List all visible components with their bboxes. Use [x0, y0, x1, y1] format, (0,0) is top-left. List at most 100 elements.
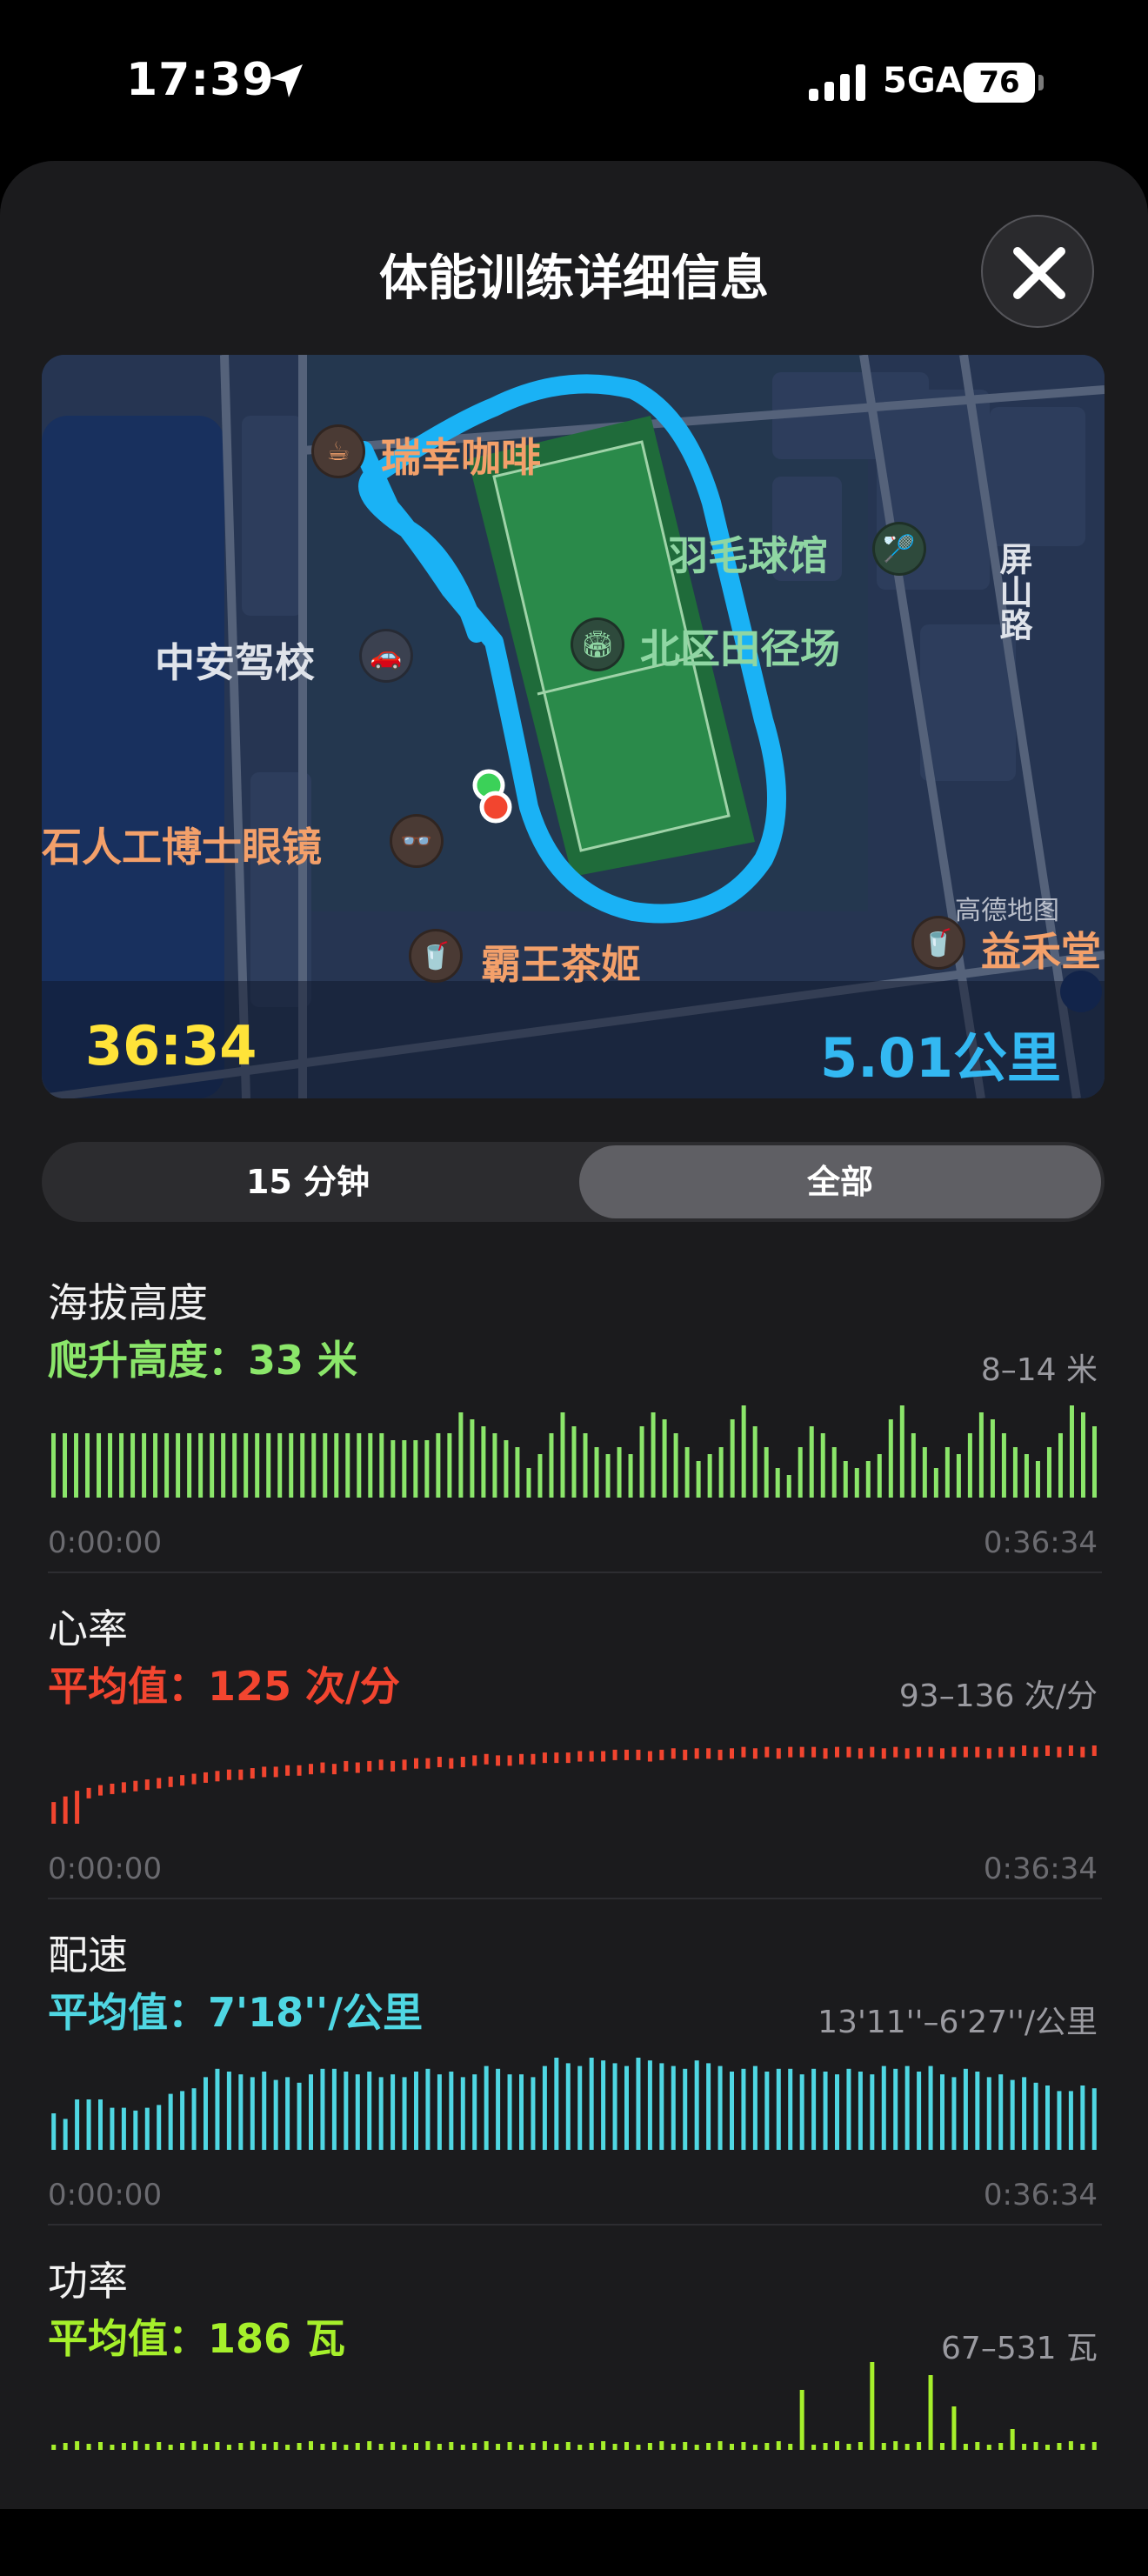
- chart-bar: [98, 2442, 103, 2450]
- chart-bar: [85, 1433, 90, 1498]
- chart-bar: [730, 1419, 735, 1498]
- chart-bar: [854, 1468, 859, 1498]
- power-title: 功率: [48, 2258, 128, 2305]
- chart-bar: [484, 2065, 489, 2150]
- poi-zhongan[interactable]: 中安驾校: [155, 631, 315, 689]
- chart-bar: [168, 1776, 173, 1787]
- chart-bar: [647, 2060, 652, 2150]
- chart-bar: [1035, 1461, 1040, 1498]
- chart-bar: [990, 1419, 995, 1498]
- chart-bar: [425, 2068, 430, 2150]
- pace-summary: 平均值：7'18''/公里: [48, 1989, 424, 2036]
- chart-bar: [262, 2444, 267, 2450]
- chart-bar: [911, 1433, 916, 1498]
- chart-bar: [273, 1766, 278, 1778]
- chart-bar: [624, 2065, 629, 2150]
- chart-bar: [846, 1746, 851, 1758]
- poi-badminton[interactable]: 羽毛球馆: [668, 524, 828, 582]
- chart-bar: [334, 1433, 339, 1498]
- chart-bar: [636, 2058, 641, 2150]
- chart-bar: [975, 2442, 980, 2450]
- chart-bar: [730, 2072, 734, 2150]
- chart-bar: [507, 1755, 512, 1766]
- poi-glasses[interactable]: 石人工博士眼镜: [42, 816, 322, 873]
- chart-bar: [344, 1760, 349, 1772]
- chart-bar: [571, 1426, 577, 1498]
- chart-bar: [368, 1433, 373, 1498]
- chart-bar: [881, 2443, 886, 2450]
- segment-15-min[interactable]: 15 分钟: [42, 1142, 574, 1222]
- chart-bar: [437, 2444, 442, 2450]
- chart-bar: [811, 1746, 817, 1758]
- chart-bar: [470, 1419, 475, 1498]
- chart-bar: [1058, 1433, 1063, 1498]
- chart-bar: [262, 1766, 267, 1778]
- chart-bar: [601, 1751, 606, 1762]
- chart-bar: [390, 1760, 396, 1772]
- chart-bar: [531, 2443, 536, 2450]
- chart-bar: [238, 1769, 244, 1780]
- map-attribution: 高德地图: [955, 896, 1059, 926]
- chart-bar: [565, 2063, 571, 2150]
- chart-bar: [97, 1433, 102, 1498]
- chart-bar: [706, 1748, 711, 1759]
- chart-bar: [951, 2077, 957, 2150]
- chart-bar: [402, 1440, 407, 1498]
- chart-bar: [565, 1752, 571, 1764]
- chart-bar: [963, 2444, 968, 2450]
- sheet-title: 体能训练详细信息: [379, 250, 769, 307]
- chart-bar: [390, 2074, 396, 2150]
- time-range-segmented-control: 15 分钟 全部: [42, 1142, 1105, 1222]
- segment-all[interactable]: 全部: [579, 1145, 1101, 1218]
- chart-bar: [835, 2441, 839, 2450]
- chart-bar: [1080, 2085, 1085, 2150]
- chart-bar: [647, 1751, 652, 1762]
- chart-bar: [811, 2068, 817, 2150]
- chart-bar: [436, 1433, 441, 1498]
- chart-bar: [881, 1748, 886, 1759]
- poi-ruixing[interactable]: 瑞幸咖啡: [381, 426, 541, 484]
- chart-bar: [250, 1768, 255, 1779]
- chart-bar: [355, 1762, 360, 1773]
- chart-bar: [309, 1764, 313, 1775]
- chart-bar: [238, 2443, 244, 2450]
- battery-level: 76: [964, 63, 1035, 103]
- workout-distance: 5.01公里: [820, 1026, 1061, 1090]
- chart-bar: [507, 2074, 512, 2150]
- chart-bar: [639, 1426, 644, 1498]
- chart-bar: [1012, 1447, 1018, 1498]
- chart-bar: [776, 2068, 781, 2150]
- chart-bar: [504, 1440, 509, 1498]
- chart-bar: [176, 1433, 181, 1498]
- chart-bar: [612, 2063, 617, 2150]
- chart-bar: [297, 1765, 302, 1776]
- chart-bar: [811, 2445, 817, 2450]
- chart-bar: [378, 2077, 384, 2150]
- chart-bar: [204, 1772, 208, 1783]
- chart-bar: [266, 1433, 271, 1498]
- battery-cap: [1038, 75, 1044, 90]
- poi-bawang[interactable]: 霸王茶姬: [481, 933, 641, 991]
- heart-rate-range: 93–136 次/分: [898, 1678, 1098, 1714]
- close-button[interactable]: [981, 215, 1094, 328]
- pace-axis-start: 0:00:00: [48, 2178, 163, 2212]
- chart-bar: [309, 2074, 313, 2150]
- heart-rate-chart: [51, 1745, 1097, 1824]
- chart-bar: [198, 1433, 204, 1498]
- chart-bar: [888, 1419, 893, 1498]
- chart-bar: [835, 2074, 839, 2150]
- chart-bar: [75, 1791, 80, 1824]
- route-map[interactable]: ☕ 瑞幸咖啡 羽毛球馆 🏸 中安驾校 🚗 🏟 北区田径场 石人工博士眼镜 👓 🥤…: [42, 355, 1105, 1098]
- chart-bar: [531, 1753, 536, 1765]
- chart-bar: [133, 2110, 138, 2150]
- chart-bar: [344, 2445, 349, 2450]
- poi-yihe[interactable]: 益禾堂: [981, 920, 1101, 978]
- chart-bar: [799, 2074, 804, 2150]
- chart-bar: [549, 1433, 554, 1498]
- poi-stadium[interactable]: 北区田径场: [640, 617, 840, 675]
- chart-bar: [168, 2093, 173, 2150]
- chart-bar: [624, 2442, 629, 2450]
- chart-bar: [788, 2068, 793, 2150]
- chart-bar: [899, 1405, 904, 1498]
- chart-bar: [858, 2442, 863, 2450]
